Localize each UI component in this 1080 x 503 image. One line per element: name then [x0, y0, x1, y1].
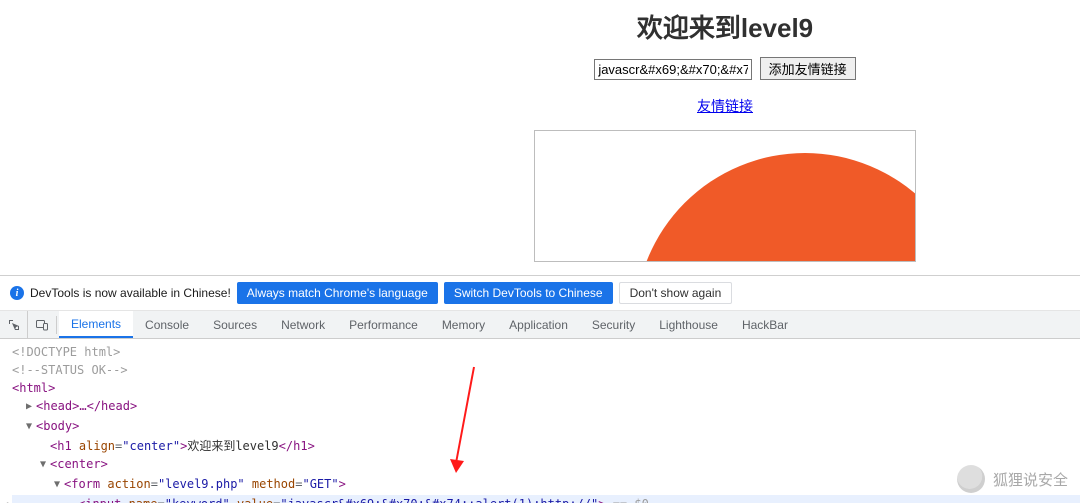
tab-console[interactable]: Console: [133, 311, 201, 338]
dom-line[interactable]: ▼<form action="level9.php" method="GET">: [12, 475, 1080, 495]
elements-tree[interactable]: <!DOCTYPE html> <!--STATUS OK--> <html> …: [0, 339, 1080, 503]
info-icon: i: [10, 286, 24, 300]
result-image: [534, 130, 916, 262]
keyword-input[interactable]: [594, 59, 752, 80]
infobar-message: DevTools is now available in Chinese!: [30, 286, 231, 300]
switch-language-button[interactable]: Switch DevTools to Chinese: [444, 282, 613, 304]
dom-line[interactable]: ▼<body>: [12, 417, 1080, 437]
submit-button[interactable]: 添加友情链接: [760, 57, 856, 80]
tab-network[interactable]: Network: [269, 311, 337, 338]
link-form: 添加友情链接: [0, 57, 1080, 80]
disclosure-down-icon[interactable]: ▼: [54, 476, 64, 494]
tab-elements[interactable]: Elements: [59, 311, 133, 338]
dom-line-selected[interactable]: <input name="keyword" value="javascr&#x6…: [12, 495, 1080, 503]
devtools-tabs: Elements Console Sources Network Perform…: [0, 311, 1080, 339]
disclosure-right-icon[interactable]: ▶: [26, 398, 36, 416]
image-row: [0, 130, 1080, 265]
tab-security[interactable]: Security: [580, 311, 647, 338]
dom-line[interactable]: <!DOCTYPE html>: [12, 345, 120, 359]
friend-links-row: 友情链接: [0, 96, 1080, 116]
tab-hackbar[interactable]: HackBar: [730, 311, 800, 338]
watermark-icon: [957, 465, 985, 493]
watermark: 狐狸说安全: [957, 465, 1068, 493]
tab-sources[interactable]: Sources: [201, 311, 269, 338]
dom-line[interactable]: ▶<head>…</head>: [12, 397, 1080, 417]
dom-line[interactable]: <h1 align="center">欢迎来到level9</h1>: [12, 437, 1080, 455]
dom-line[interactable]: <html>: [12, 379, 1080, 397]
tab-performance[interactable]: Performance: [337, 311, 430, 338]
tab-memory[interactable]: Memory: [430, 311, 497, 338]
always-match-button[interactable]: Always match Chrome's language: [237, 282, 438, 304]
disclosure-down-icon[interactable]: ▼: [26, 418, 36, 436]
page-title: 欢迎来到level9: [0, 8, 1080, 45]
page-viewport: 欢迎来到level9 添加友情链接 友情链接: [0, 0, 1080, 275]
inspect-icon[interactable]: [0, 311, 28, 338]
friend-link[interactable]: 友情链接: [697, 98, 753, 114]
tab-application[interactable]: Application: [497, 311, 580, 338]
device-toggle-icon[interactable]: [28, 311, 56, 338]
dom-line[interactable]: <!--STATUS OK-->: [12, 363, 128, 377]
disclosure-down-icon[interactable]: ▼: [40, 456, 50, 474]
dom-line[interactable]: ▼<center>: [12, 455, 1080, 475]
devtools-infobar: i DevTools is now available in Chinese! …: [0, 275, 1080, 311]
tab-separator: [56, 316, 57, 334]
dismiss-button[interactable]: Don't show again: [619, 282, 733, 304]
tab-lighthouse[interactable]: Lighthouse: [647, 311, 730, 338]
watermark-text: 狐狸说安全: [993, 469, 1068, 490]
